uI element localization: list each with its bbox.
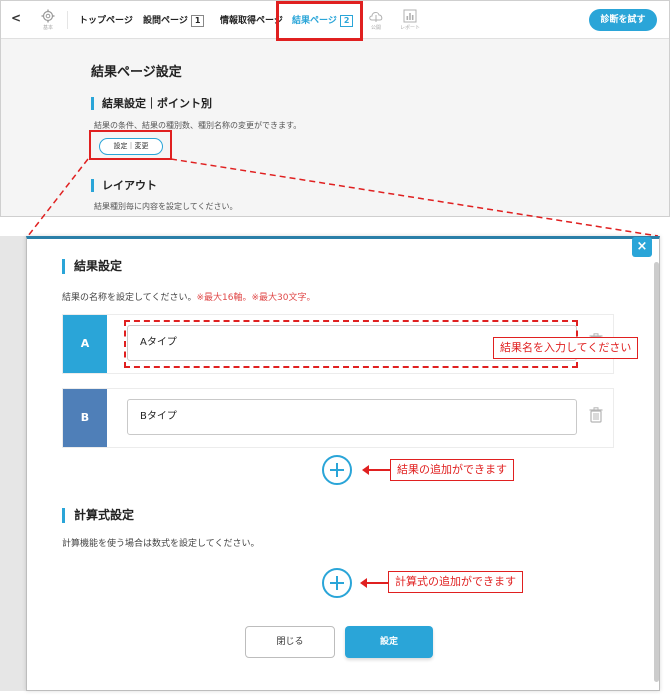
result-settings-description: 結果の名称を設定してください。※最大16軸。※最大30文字。	[62, 290, 315, 303]
limit-chars-note: ※最大30文字。	[251, 293, 316, 303]
result-settings-heading: 結果設定	[62, 259, 122, 274]
trash-icon[interactable]	[589, 407, 603, 423]
arrow-add-result	[362, 465, 390, 475]
callout-name-input: 結果名を入力してください	[493, 337, 639, 359]
modal-scrollbar[interactable]	[654, 262, 659, 682]
modal-save-button[interactable]: 設定	[345, 626, 433, 658]
result-letter-b: B	[63, 389, 107, 447]
formula-settings-heading: 計算式設定	[62, 508, 134, 523]
add-formula-button[interactable]	[322, 568, 352, 598]
modal-close-button[interactable]: 閉じる	[245, 626, 335, 658]
arrow-add-formula	[360, 578, 388, 588]
callout-add-result: 結果の追加ができます	[390, 459, 514, 481]
limit-axes-note: ※最大16軸。	[196, 293, 252, 303]
add-result-button[interactable]	[322, 455, 352, 485]
formula-settings-description: 計算機能を使う場合は数式を設定してください。	[62, 539, 260, 549]
result-letter-a: A	[63, 315, 107, 373]
result-desc-text: 結果の名称を設定してください。	[62, 293, 197, 303]
result-row-b: B Bタイプ	[62, 388, 614, 448]
callout-add-formula: 計算式の追加ができます	[388, 571, 523, 593]
backdrop-strip	[0, 236, 26, 691]
result-name-input-b[interactable]: Bタイプ	[127, 399, 577, 435]
close-icon[interactable]: ×	[632, 237, 652, 257]
